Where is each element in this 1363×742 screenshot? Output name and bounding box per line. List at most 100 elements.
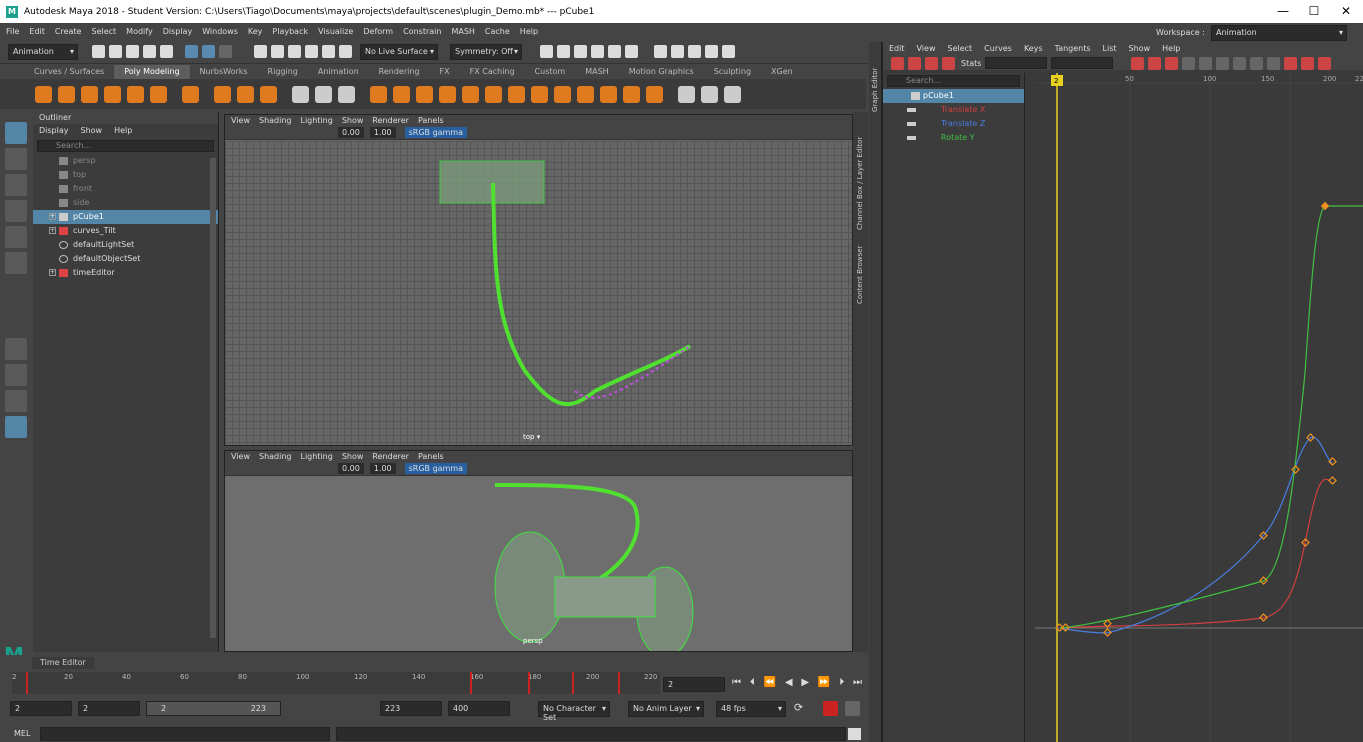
exposure-field[interactable]: 0.00 (338, 127, 364, 138)
light-editor-icon[interactable] (625, 45, 638, 58)
playback-start-field[interactable]: 2 (78, 701, 140, 716)
go-to-end-icon[interactable]: ⏭ (853, 677, 862, 692)
outliner-item-pcube1[interactable]: + pCube1 (33, 210, 218, 224)
boolean-icon[interactable] (370, 85, 387, 103)
workspace-dropdown[interactable]: Animation (1210, 24, 1347, 41)
redo-icon[interactable] (160, 45, 173, 58)
step-forward-key-icon[interactable]: ⏩ (818, 677, 830, 692)
ipr-render-icon[interactable] (557, 45, 570, 58)
menu-key[interactable]: Key (248, 27, 263, 36)
extrude-icon[interactable] (416, 85, 433, 103)
snap-magnet-icon[interactable] (339, 45, 352, 58)
menu-windows[interactable]: Windows (202, 27, 238, 36)
poly-cylinder-icon[interactable] (81, 85, 98, 103)
mode-dropdown[interactable]: Animation (8, 43, 78, 60)
graph-search-input[interactable]: Search... (887, 75, 1020, 87)
single-view-layout-icon[interactable] (5, 338, 27, 360)
sculpt-tool-icon[interactable] (678, 85, 695, 103)
type-tool-icon[interactable] (237, 85, 254, 103)
exposure-field[interactable]: 0.00 (338, 463, 364, 474)
shelf-tab-fx[interactable]: FX (430, 65, 460, 79)
outliner-menu-show[interactable]: Show (81, 124, 103, 138)
graph-node-pcube1[interactable]: pCube1 (883, 89, 1024, 103)
menu-constrain[interactable]: Constrain (403, 27, 441, 36)
outliner-item-time-editor[interactable]: + timeEditor (33, 266, 218, 280)
play-forward-icon[interactable]: ▶ (801, 677, 809, 692)
graph-channel-rotate-y[interactable]: Rotate Y (883, 131, 1024, 145)
anim-end-field[interactable]: 400 (448, 701, 510, 716)
lasso-tool-icon[interactable] (5, 148, 27, 170)
poly-disc-icon[interactable] (182, 85, 199, 103)
script-editor-icon[interactable] (848, 728, 861, 740)
append-polygon-icon[interactable] (508, 85, 525, 103)
keyframes[interactable] (1055, 433, 1337, 637)
frame-playback-icon[interactable] (1165, 56, 1179, 70)
shelf-tab-sculpting[interactable]: Sculpting (704, 65, 761, 79)
menu-display[interactable]: Display (163, 27, 193, 36)
spline-tangent-icon[interactable] (1199, 56, 1213, 70)
outliner-item-persp[interactable]: persp (33, 154, 218, 168)
shelf-tab-animation[interactable]: Animation (308, 65, 369, 79)
ge-menu-keys[interactable]: Keys (1024, 42, 1043, 56)
shelf-tab-motion-graphics[interactable]: Motion Graphics (619, 65, 704, 79)
break-tangent-icon[interactable] (1284, 56, 1298, 70)
vp-menu-renderer[interactable]: Renderer (372, 115, 409, 126)
auto-key-icon[interactable] (823, 701, 838, 716)
vp-menu-panels[interactable]: Panels (418, 115, 444, 126)
outliner-menu-display[interactable]: Display (39, 124, 69, 138)
symmetry-dropdown[interactable]: Symmetry: Off (450, 43, 522, 60)
grab-tool-icon[interactable] (724, 85, 741, 103)
ge-menu-tangents[interactable]: Tangents (1055, 42, 1091, 56)
outliner-search-input[interactable]: Search... (37, 140, 214, 152)
multi-cut-icon[interactable] (531, 85, 548, 103)
save-scene-icon[interactable] (126, 45, 139, 58)
target-weld-icon[interactable] (554, 85, 571, 103)
menu-modify[interactable]: Modify (126, 27, 153, 36)
auto-tangent-icon[interactable] (1182, 56, 1196, 70)
shelf-tab-rendering[interactable]: Rendering (369, 65, 430, 79)
content-browser-tab[interactable]: Content Browser (856, 234, 864, 304)
snap-surface-icon[interactable] (322, 45, 335, 58)
ge-menu-help[interactable]: Help (1162, 42, 1180, 56)
menu-visualize[interactable]: Visualize (318, 27, 353, 36)
graph-editor-tab-label[interactable]: Graph Editor (871, 52, 879, 112)
outliner-item-default-light-set[interactable]: defaultLightSet (33, 238, 218, 252)
step-tangent-icon[interactable] (1267, 56, 1281, 70)
anim-layer-dropdown[interactable]: No Anim Layer (628, 701, 704, 717)
anim-prefs-icon[interactable] (845, 701, 860, 716)
snap-point-icon[interactable] (288, 45, 301, 58)
connect-icon[interactable] (577, 85, 594, 103)
playback-end-field[interactable]: 223 (380, 701, 442, 716)
channel-box-icon[interactable] (722, 45, 735, 58)
snap-grid-icon[interactable] (254, 45, 267, 58)
channel-box-tab[interactable]: Channel Box / Layer Editor (856, 120, 864, 230)
time-editor-tab[interactable]: Time Editor (32, 657, 94, 669)
ge-menu-view[interactable]: View (917, 42, 936, 56)
outliner-scrollbar[interactable] (210, 158, 216, 638)
mirror-icon[interactable] (393, 85, 410, 103)
attribute-editor-icon[interactable] (688, 45, 701, 58)
hypershade-icon[interactable] (591, 45, 604, 58)
step-back-key-icon[interactable]: ⏪ (764, 677, 776, 692)
vp2-menu-panels[interactable]: Panels (418, 451, 444, 462)
outliner-item-default-object-set[interactable]: defaultObjectSet (33, 252, 218, 266)
stats-field-2[interactable] (1051, 57, 1114, 69)
gamma-field[interactable]: 1.00 (369, 463, 396, 474)
snap-view-icon[interactable] (305, 45, 318, 58)
outliner-layout-icon[interactable] (5, 416, 27, 438)
svg-tool-icon[interactable] (260, 85, 277, 103)
viewport-persp-camera-label[interactable]: persp (523, 637, 543, 645)
keyframe-rotate-y-end[interactable] (1320, 201, 1330, 211)
insert-key-icon[interactable] (908, 56, 921, 70)
outliner-item-curves-tilt[interactable]: + curves_Tilt (33, 224, 218, 238)
unify-tangent-icon[interactable] (1301, 56, 1315, 70)
ge-menu-list[interactable]: List (1103, 42, 1117, 56)
uv-editor-icon[interactable] (623, 85, 640, 103)
character-controls-icon[interactable] (671, 45, 684, 58)
linear-tangent-icon[interactable] (1233, 56, 1247, 70)
two-view-layout-icon[interactable] (5, 390, 27, 412)
mel-input[interactable] (40, 727, 330, 741)
new-scene-icon[interactable] (92, 45, 105, 58)
select-component-icon[interactable] (219, 45, 232, 58)
shelf-tab-poly-modeling[interactable]: Poly Modeling (114, 65, 190, 79)
